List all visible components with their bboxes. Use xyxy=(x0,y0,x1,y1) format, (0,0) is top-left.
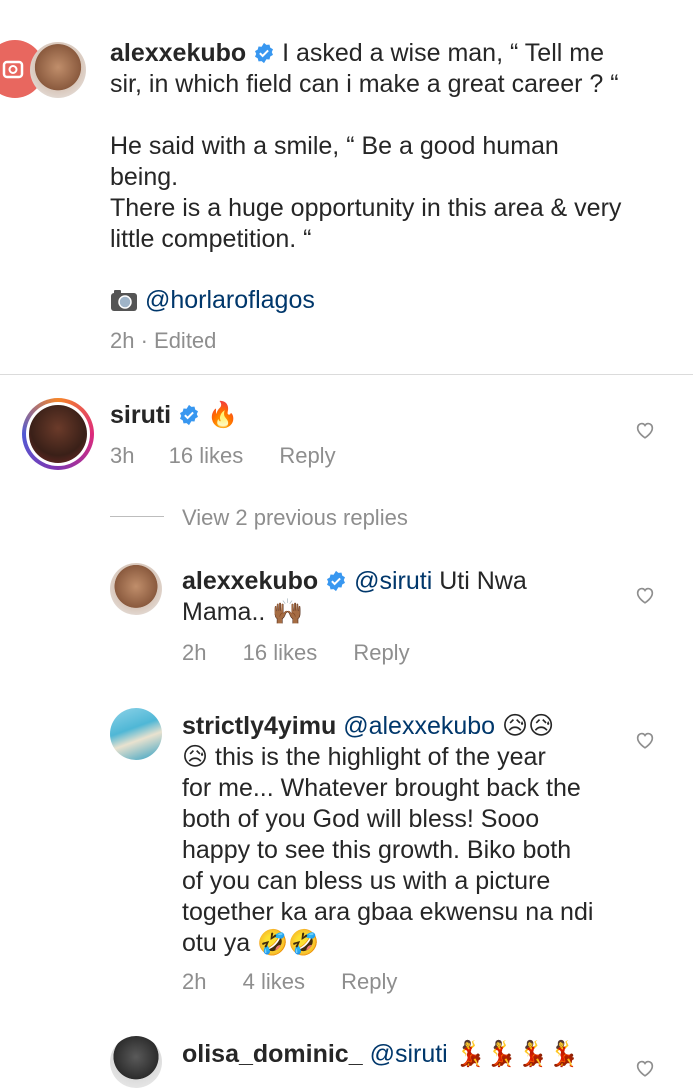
verified-badge-icon xyxy=(327,570,346,592)
credit-mention-link[interactable]: @horlaroflagos xyxy=(145,286,315,314)
reply-username[interactable]: strictly4yimu xyxy=(182,712,336,740)
avatar[interactable] xyxy=(110,1036,162,1088)
laughing-emoji: 🤣🤣 xyxy=(257,929,320,957)
reply-username[interactable]: olisa_dominic_ xyxy=(182,1040,363,1068)
reply-text-5: of you can bless us with a picture xyxy=(182,867,551,895)
dancer-emoji: 💃💃💃💃 xyxy=(454,1040,580,1068)
like-heart-icon[interactable] xyxy=(634,729,656,751)
reply-likes[interactable]: 16 likes xyxy=(243,640,318,665)
avatar[interactable] xyxy=(22,398,94,470)
raised-hands-emoji: 🙌🏾 xyxy=(272,598,304,626)
caption-line-3: He said with a smile, “ Be a good human xyxy=(110,132,559,160)
mention-link[interactable]: @siruti xyxy=(354,567,432,595)
reply-text-1: Uti Nwa xyxy=(439,567,527,595)
comment-username[interactable]: siruti xyxy=(110,401,171,429)
like-heart-icon[interactable] xyxy=(634,419,656,441)
mention-link[interactable]: @siruti xyxy=(370,1040,448,1068)
divider xyxy=(0,374,693,375)
caption-meta: 2h · Edited xyxy=(110,328,217,353)
reply-likes[interactable]: 4 likes xyxy=(243,969,305,994)
reply-button[interactable]: Reply xyxy=(279,443,335,468)
reply-button[interactable]: Reply xyxy=(353,640,409,665)
avatar[interactable] xyxy=(30,42,86,98)
reply-text-6: together ka ara gbaa ekwensu na ndi xyxy=(182,898,594,926)
avatar[interactable] xyxy=(110,708,162,760)
camera-emoji-icon xyxy=(111,290,137,311)
reply-text-7: otu ya xyxy=(182,929,251,957)
caption-line-6: little competition. “ xyxy=(110,225,312,253)
reply-time: 2h xyxy=(182,640,207,665)
sad-emoji: 😥 xyxy=(182,743,209,771)
comment-likes[interactable]: 16 likes xyxy=(169,443,244,468)
verified-badge-icon xyxy=(180,404,199,426)
verified-badge-icon xyxy=(255,42,274,64)
reply-text-2: Mama.. xyxy=(182,598,266,626)
like-heart-icon[interactable] xyxy=(634,584,656,606)
caption-line-1: I asked a wise man, “ Tell me xyxy=(282,39,604,67)
caption-line-2: sir, in which field can i make a great c… xyxy=(110,70,619,98)
reply-text-4: happy to see this growth. Biko both xyxy=(182,836,572,864)
caption-line-5: There is a huge opportunity in this area… xyxy=(110,194,622,222)
reply-text-3: both of you God will bless! Sooo xyxy=(182,805,540,833)
reply-text-2: for me... Whatever brought back the xyxy=(182,774,581,802)
reply-text-1: this is the highlight of the year xyxy=(215,743,546,771)
sad-emoji: 😥😥 xyxy=(502,712,555,740)
fire-emoji: 🔥 xyxy=(207,401,239,429)
comment-time: 3h xyxy=(110,443,135,468)
caption-username[interactable]: alexxekubo xyxy=(110,39,246,67)
like-heart-icon[interactable] xyxy=(634,1057,656,1079)
view-previous-replies-button[interactable]: View 2 previous replies xyxy=(182,505,408,531)
mention-link[interactable]: @alexxekubo xyxy=(343,712,495,740)
caption-line-4: being. xyxy=(110,163,179,191)
reply-time: 2h xyxy=(182,969,207,994)
view-replies-line xyxy=(110,516,164,517)
reply-username[interactable]: alexxekubo xyxy=(182,567,318,595)
reply-button[interactable]: Reply xyxy=(341,969,397,994)
avatar[interactable] xyxy=(110,563,162,615)
